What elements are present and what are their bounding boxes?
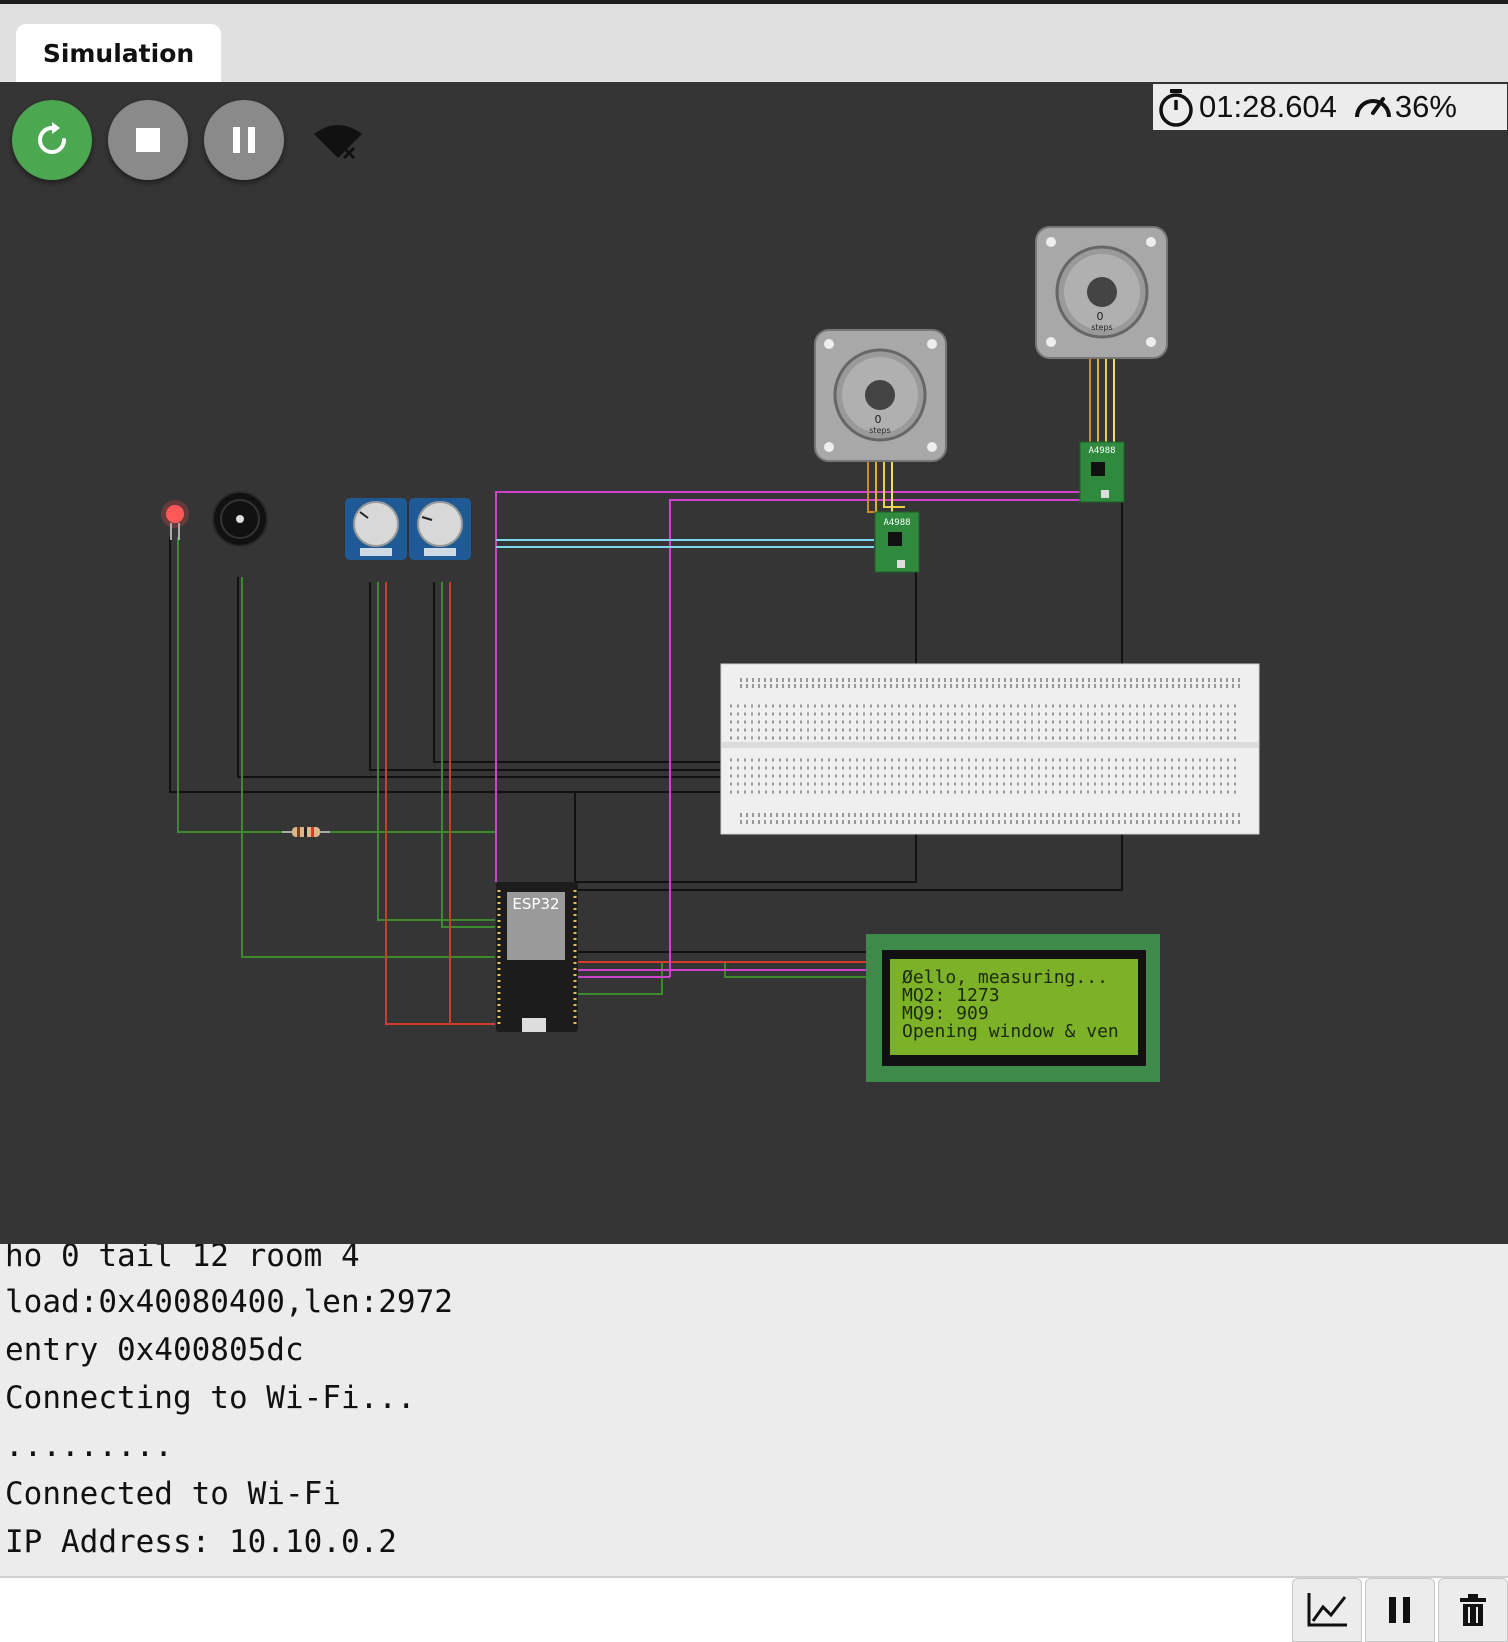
console-line: load:0x40080400,len:2972 (5, 1284, 453, 1320)
stepper-2-value: 0 (1097, 310, 1104, 323)
resistor[interactable] (282, 827, 330, 837)
esp32-label: ESP32 (512, 895, 559, 913)
plotter-button[interactable] (1292, 1578, 1362, 1642)
stop-button[interactable] (108, 100, 188, 180)
console-line: entry 0x400805dc (5, 1332, 304, 1368)
restart-icon (38, 122, 66, 154)
simulation-status: 01:28.604 36% (1153, 84, 1507, 130)
lcd-line-4: Opening window & ven (902, 1021, 1119, 1042)
circuit-diagram: 0 steps 0 steps A4988 A4988 ESP32 Øello,… (161, 226, 1260, 1082)
serial-input[interactable] (0, 1578, 1288, 1642)
potentiometer-1[interactable] (345, 498, 407, 560)
pause-output-button[interactable] (1365, 1578, 1435, 1642)
serial-monitor[interactable]: ho 0 tail 12 room 4 load:0x40080400,len:… (0, 1244, 1508, 1576)
driver-1-label: A4988 (883, 518, 910, 528)
stop-icon (136, 128, 160, 152)
trash-icon (1460, 1594, 1486, 1626)
restart-button[interactable] (12, 100, 92, 180)
tab-simulation[interactable]: Simulation (16, 24, 221, 82)
stepper-driver-2[interactable]: A4988 (1079, 441, 1125, 503)
tab-bar: Simulation (0, 4, 1508, 82)
stopwatch-icon (1159, 89, 1193, 127)
pause-icon (233, 127, 255, 153)
tab-label: Simulation (42, 38, 195, 68)
clear-output-button[interactable] (1438, 1578, 1508, 1642)
pause-button[interactable] (204, 100, 284, 180)
serial-input-bar (0, 1576, 1508, 1642)
stepper-2-unit: steps (1091, 323, 1112, 332)
stepper-1-value: 0 (875, 413, 882, 426)
esp32-board[interactable]: ESP32 (496, 882, 578, 1032)
buzzer[interactable] (212, 491, 268, 547)
speedometer-icon (1354, 97, 1391, 118)
potentiometer-2[interactable] (409, 498, 471, 560)
stepper-motor-1[interactable]: 0 steps (814, 329, 947, 462)
breadboard[interactable] (720, 663, 1260, 835)
chart-icon (1307, 1593, 1347, 1627)
console-line: Connected to Wi-Fi (5, 1476, 341, 1512)
driver-2-label: A4988 (1088, 446, 1115, 456)
stepper-motor-2[interactable]: 0 steps (1035, 226, 1168, 359)
console-line: ......... (5, 1428, 173, 1464)
wifi-off-icon[interactable] (312, 120, 364, 164)
simulation-canvas[interactable]: 0 steps 0 steps A4988 A4988 ESP32 Øello,… (0, 82, 1508, 1244)
console-line: IP Address: 10.10.0.2 (5, 1524, 397, 1560)
console-line: ho 0 tail 12 room 4 (5, 1244, 360, 1274)
lcd-display[interactable]: Øello, measuring... MQ2: 1273 MQ9: 909 O… (866, 934, 1160, 1082)
console-line: Connecting to Wi-Fi... (5, 1380, 416, 1416)
stepper-1-unit: steps (869, 426, 890, 435)
elapsed-time: 01:28.604 (1199, 89, 1337, 124)
led[interactable] (161, 500, 189, 540)
stepper-driver-1[interactable]: A4988 (874, 511, 920, 573)
pause-icon (1389, 1597, 1410, 1623)
simulation-speed: 36% (1394, 89, 1457, 124)
